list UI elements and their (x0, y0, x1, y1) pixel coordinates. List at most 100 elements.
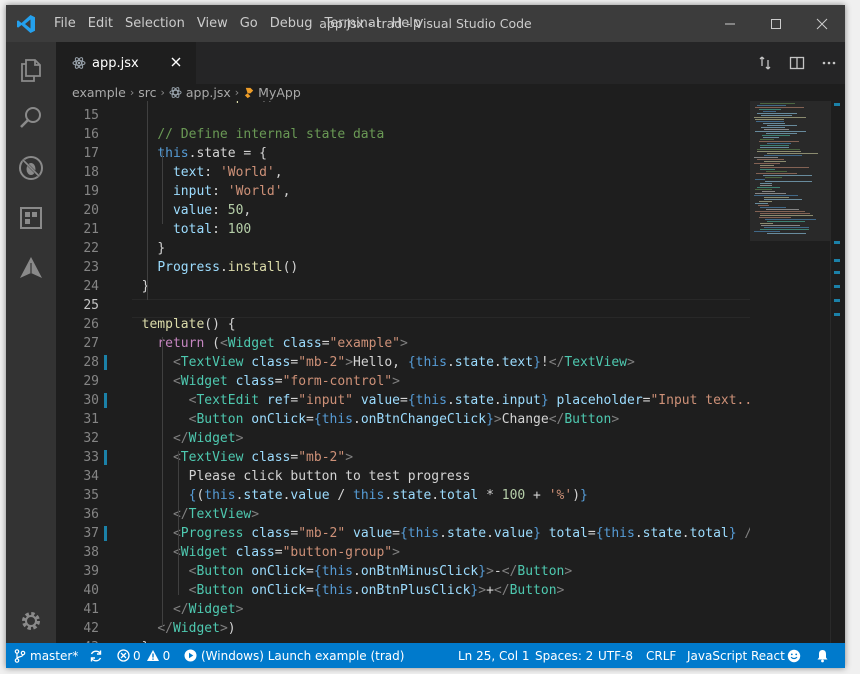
code-token: TextView (188, 507, 252, 522)
maximize-button[interactable] (753, 5, 799, 42)
code-token: = (392, 526, 400, 541)
indentation-status[interactable]: Spaces: 2 (535, 643, 593, 668)
code-line[interactable]: 36 </TextView> (56, 505, 750, 524)
minimap-line (756, 121, 784, 122)
code-line[interactable]: 33 <TextView class="mb-2"> (56, 448, 750, 467)
code-line[interactable]: 17 this.state = { (56, 144, 750, 163)
minimap-line (761, 225, 800, 226)
close-icon[interactable] (169, 55, 183, 69)
code-line[interactable]: 15 (56, 106, 750, 125)
no-bug-icon[interactable] (17, 154, 45, 182)
cursor-position[interactable]: Ln 25, Col 1 (458, 643, 530, 668)
menu-selection[interactable]: Selection (119, 16, 191, 31)
minimap-line (760, 213, 810, 214)
code-line[interactable]: 25 (56, 296, 750, 315)
explorer-icon[interactable] (17, 56, 45, 84)
open-changes-button[interactable] (749, 55, 781, 71)
breadcrumb-item-src[interactable]: src (138, 85, 156, 100)
code-token: < (172, 545, 181, 560)
code-token: Progress (157, 260, 220, 275)
menu-view[interactable]: View (191, 16, 234, 31)
code-line[interactable]: 19 input: 'World', (56, 182, 750, 201)
tab-app-jsx[interactable]: app.jsx (56, 42, 196, 84)
minimap-line (767, 221, 805, 222)
code-line[interactable]: 27 return (<Widget class="example"> (56, 334, 750, 353)
code-editor[interactable]: 14 super()1516 // Define internal state … (56, 101, 750, 643)
code-line[interactable]: 23 Progress.install() (56, 258, 750, 277)
code-line[interactable]: 26 template() { (56, 315, 750, 334)
code-token: "mb-2" (298, 526, 346, 541)
class-symbol-icon (245, 87, 254, 99)
vertical-scrollbar[interactable] (830, 101, 845, 643)
breadcrumb-item-myapp[interactable]: MyApp (258, 85, 301, 100)
minimap-line (754, 157, 778, 158)
branch-name: master* (30, 648, 79, 663)
feedback-button[interactable] (787, 643, 801, 668)
close-window-button[interactable] (799, 5, 845, 42)
minimap-line (755, 119, 784, 120)
launch-config-status[interactable]: (Windows) Launch example (trad) (184, 643, 404, 668)
breadcrumb-item-app-jsx[interactable]: app.jsx (186, 85, 231, 100)
line-number: 23 (83, 260, 99, 275)
problems-status[interactable]: 0 0 (117, 643, 170, 668)
code-token: "button-group" (282, 545, 393, 560)
code-line[interactable]: 41 </Widget> (56, 600, 750, 619)
encoding-status[interactable]: UTF-8 (598, 643, 633, 668)
code-line[interactable]: 20 value: 50, (56, 201, 750, 220)
code-line[interactable]: 22 } (56, 239, 750, 258)
menu-debug[interactable]: Debug (264, 16, 319, 31)
branch-status[interactable]: master* (14, 643, 78, 668)
sync-button[interactable] (89, 643, 103, 668)
menu-file[interactable]: File (48, 16, 82, 31)
code-text: <Button onClick={this.onBtnMinusClick}>-… (126, 562, 573, 581)
code-line[interactable]: 34 Please click button to test progress (56, 467, 750, 486)
minimap[interactable] (750, 101, 830, 643)
deploy-icon[interactable] (17, 254, 45, 282)
code-line[interactable]: 42 </Widget>) (56, 619, 750, 638)
breadcrumb-item-example[interactable]: example (72, 85, 126, 100)
code-token: : (212, 184, 228, 199)
code-token: state (454, 393, 494, 408)
menu-go[interactable]: Go (234, 16, 264, 31)
minimap-line (764, 129, 789, 130)
language-mode[interactable]: JavaScript React (687, 643, 785, 668)
code-line[interactable]: 29 <Widget class="form-control"> (56, 372, 750, 391)
extensions-icon[interactable] (17, 204, 45, 232)
minimize-button[interactable] (707, 5, 753, 42)
code-line[interactable]: 18 text: 'World', (56, 163, 750, 182)
code-token: . (446, 355, 455, 370)
code-text: {(this.state.value / this.state.total * … (126, 486, 588, 505)
code-line[interactable]: 31 <Button onClick={this.onBtnChangeClic… (56, 410, 750, 429)
code-token: Hello, (353, 355, 408, 370)
minimap-slider[interactable] (750, 101, 830, 241)
code-token: : (212, 222, 228, 237)
code-token: TextView (180, 450, 244, 465)
window-title: app.jsx - trad - Visual Studio Code (319, 16, 532, 31)
code-line[interactable]: 38 <Widget class="button-group"> (56, 543, 750, 562)
menu-edit[interactable]: Edit (82, 16, 119, 31)
code-line[interactable]: 30 <TextEdit ref="input" value={this.sta… (56, 391, 750, 410)
code-line[interactable]: 28 <TextView class="mb-2">Hello, {this.s… (56, 353, 750, 372)
code-token: class (251, 526, 291, 541)
minimap-line (767, 233, 806, 234)
code-line[interactable]: 39 <Button onClick={this.onBtnMinusClick… (56, 562, 750, 581)
notifications-button[interactable] (816, 643, 829, 668)
code-line[interactable]: 21 total: 100 (56, 220, 750, 239)
code-text: <TextView class="mb-2"> (126, 448, 353, 467)
code-line[interactable]: 32 </Widget> (56, 429, 750, 448)
code-line[interactable]: 24 } (56, 277, 750, 296)
split-editor-button[interactable] (781, 55, 813, 71)
eol-status[interactable]: CRLF (646, 643, 676, 668)
search-icon[interactable] (17, 104, 45, 132)
code-token: } (157, 241, 166, 256)
code-token: {this (595, 526, 635, 541)
gear-icon[interactable] (17, 607, 45, 635)
code-line[interactable]: 40 <Button onClick={this.onBtnPlusClick}… (56, 581, 750, 600)
code-token: </ (172, 602, 189, 617)
code-line[interactable]: 37 <Progress class="mb-2" value={this.st… (56, 524, 750, 543)
more-actions-button[interactable] (813, 55, 845, 71)
code-line[interactable]: 35 {(this.state.value / this.state.total… (56, 486, 750, 505)
code-line[interactable]: 16 // Define internal state data (56, 125, 750, 144)
